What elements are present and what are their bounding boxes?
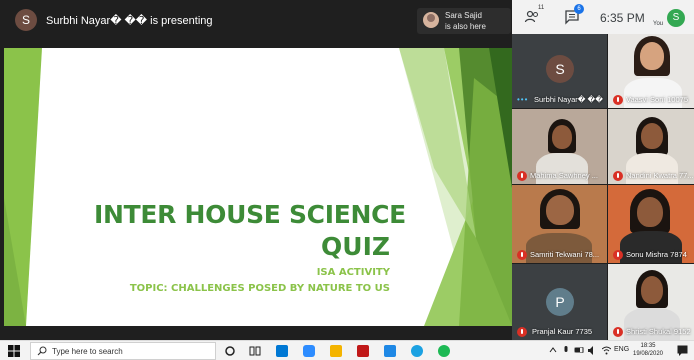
participant-tile[interactable]: P Pranjal Kaur 7735 <box>512 264 607 340</box>
participant-name: Sonu Mishra 7874 <box>626 250 687 259</box>
participant-name: Pranjal Kaur 7735 <box>532 327 593 336</box>
windows-taskbar: Type here to search ENG 18:35 19/08/2020 <box>0 340 694 360</box>
participant-tile[interactable]: Vaasvi Soni 10075 <box>608 34 694 108</box>
volume-icon[interactable] <box>588 346 597 355</box>
participant-tile[interactable]: Nandini Kwatra 77... <box>608 109 694 184</box>
mcafee-icon[interactable] <box>357 345 369 357</box>
meeting-header: S Surbhi Nayar� �� is presenting Sara Sa… <box>0 0 512 48</box>
microphone-icon[interactable] <box>563 346 569 355</box>
slide-subtitle-line2: TOPIC: CHALLENGES POSED BY NATURE TO US <box>129 283 390 294</box>
notification-icon[interactable] <box>677 345 688 356</box>
participant-name: Samriti Tekwani 78... <box>530 250 600 259</box>
wifi-icon[interactable] <box>602 346 611 355</box>
slide-title-line1: INTER HOUSE SCIENCE <box>94 200 406 229</box>
people-count: 11 <box>538 5 545 11</box>
mail-icon[interactable] <box>276 345 288 357</box>
slide-subtitle-line1: ISA ACTIVITY <box>316 267 390 278</box>
edge-icon[interactable] <box>411 345 423 357</box>
mic-off-icon <box>613 95 623 105</box>
participant-avatar: P <box>546 288 574 316</box>
also-here-label: is also here <box>445 22 486 31</box>
task-view-icon[interactable] <box>249 345 261 357</box>
clock-time: 18:35 <box>640 343 656 349</box>
participant-name: Surbhi Nayar� �� <box>534 95 603 104</box>
also-here-avatar <box>423 12 439 28</box>
participant-name: Mahima Sawhney ... <box>530 171 598 180</box>
people-icon[interactable] <box>524 9 540 25</box>
participant-name: Nandini Kwatra 77... <box>626 171 694 180</box>
zoom-icon[interactable] <box>303 345 315 357</box>
search-icon <box>37 346 47 356</box>
mic-off-icon <box>613 171 623 181</box>
slide-title-line2: QUIZ <box>321 232 390 261</box>
search-placeholder: Type here to search <box>52 347 123 356</box>
participant-tile[interactable]: Sonu Mishra 7874 <box>608 185 694 263</box>
taskbar-clock[interactable]: 18:35 19/08/2020 <box>631 342 665 358</box>
presentation-slide: INTER HOUSE SCIENCE QUIZ ISA ACTIVITY TO… <box>4 48 512 326</box>
mic-off-icon <box>613 327 623 337</box>
meeting-clock: 6:35 PM <box>600 11 645 25</box>
presenting-status: Surbhi Nayar� �� is presenting <box>46 15 213 27</box>
you-label: You <box>653 21 664 27</box>
windows-start-icon[interactable] <box>8 345 20 357</box>
mic-off-icon <box>517 327 527 337</box>
also-here-name: Sara Sajid <box>445 11 482 20</box>
clock-date: 19/08/2020 <box>632 351 664 357</box>
participant-tile[interactable]: S ••• Surbhi Nayar� �� <box>512 34 607 108</box>
cortana-icon[interactable] <box>224 345 236 357</box>
taskbar-search-box[interactable]: Type here to search <box>30 342 216 360</box>
battery-icon[interactable] <box>574 347 584 353</box>
mic-off-icon <box>613 250 623 260</box>
participant-tile[interactable]: Mahima Sawhney ... <box>512 109 607 184</box>
speaking-indicator: ••• <box>517 95 529 104</box>
files-icon[interactable] <box>330 345 342 357</box>
participant-name: Vaasvi Soni 10075 <box>626 95 688 104</box>
mic-off-icon <box>517 171 527 181</box>
spotify-icon[interactable] <box>438 345 450 357</box>
participant-avatar: S <box>546 55 574 83</box>
participant-tile[interactable]: Samriti Tekwani 78... <box>512 185 607 263</box>
participant-name: Shristi Shukal 9152 <box>626 327 691 336</box>
participant-tile[interactable]: Shristi Shukal 9152 <box>608 264 694 340</box>
chevron-up-icon[interactable] <box>549 346 557 354</box>
user-avatar[interactable]: S <box>667 9 685 27</box>
meeting-toolbar: 11 6 6:35 PM You S <box>512 0 694 34</box>
docs-icon[interactable] <box>384 345 396 357</box>
chat-count-badge: 6 <box>574 4 584 14</box>
language-indicator[interactable]: ENG <box>614 346 629 353</box>
mic-off-icon <box>517 250 527 260</box>
also-here-notice[interactable]: Sara Sajid is also here <box>417 8 511 34</box>
presenter-avatar: S <box>15 9 37 31</box>
